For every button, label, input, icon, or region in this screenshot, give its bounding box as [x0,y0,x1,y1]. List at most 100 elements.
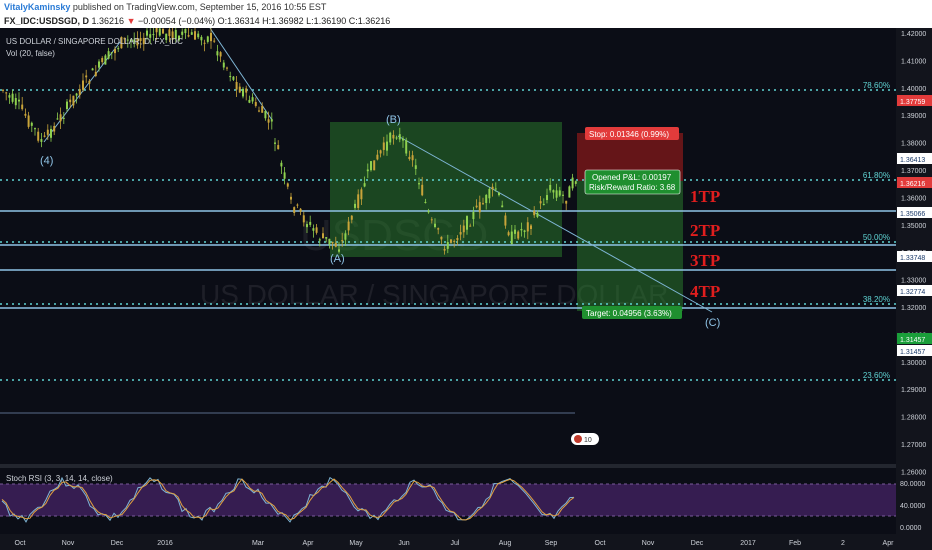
candle-body [290,196,292,200]
author-link[interactable]: VitalyKaminsky [4,2,70,12]
candle-body [440,236,443,240]
candle-body [533,210,536,216]
candle-body [30,122,33,126]
fib-label-500: 50.00% [863,233,890,242]
candle-body [395,137,398,139]
candle-body [203,42,206,44]
candle-body [318,239,321,241]
price-tick: 1.28000 [901,415,926,422]
axis-badge-text: 1.37759 [900,99,925,106]
candle-body [309,221,312,225]
candle-body [347,221,350,231]
candle-body [110,52,113,54]
candle-body [296,204,299,206]
time-tick: Jun [398,540,409,547]
candle-body [264,110,267,119]
candle-body [187,35,190,37]
candle-body [437,228,440,230]
volume-legend[interactable]: Vol (20, false) [6,49,55,58]
rsi-tick-0: 0.0000 [900,525,922,532]
candle-body [258,110,260,112]
candle-body [229,75,232,78]
rsi-tick-80: 80.0000 [900,481,925,488]
candle-body [555,190,558,198]
down-arrow-icon: ▼ [126,16,136,26]
stop-text: Stop: 0.01346 (0.99%) [589,130,669,139]
price-tick: 1.35000 [901,223,926,230]
candle-body [66,101,68,110]
candle-body [424,201,427,203]
candle-body [27,115,30,127]
candle-body [357,194,360,208]
candle-body [363,183,366,187]
candle-body [194,31,196,40]
candle-body [261,105,264,113]
candle-body [517,231,520,239]
candle-body [168,29,171,37]
candle-body [418,183,420,185]
candle-body [469,225,472,227]
price-tick: 1.39000 [901,113,926,120]
fib-label-786: 78.60% [863,81,890,90]
candle-body [248,99,251,103]
last-price: 1.36216 [91,16,125,26]
ohlc-values: O:1.36314 H:1.36982 L:1.36190 C:1.36216 [217,16,391,26]
axis-badge-text: 1.35066 [900,211,925,218]
candle-body [501,205,504,208]
candle-body [459,232,462,235]
candle-body [235,81,238,90]
candle-body [546,195,548,200]
candle-body [354,203,356,208]
wave-label-a: (A) [330,253,345,265]
price-tick: 1.33000 [901,278,926,285]
news-flag-icon[interactable]: 10 [571,433,599,445]
candle-body [210,32,212,42]
candle-body [302,215,305,223]
axis-badge-text: 1.32774 [900,289,925,296]
candle-body [312,228,315,231]
candle-body [216,51,219,56]
candle-body [181,31,184,35]
wave-label-c: (C) [705,317,720,329]
candle-body [386,141,388,151]
axis-badge-text: 1.31457 [900,337,925,344]
candle-body [213,40,216,42]
candle-body [498,192,500,196]
candle-body [392,134,395,139]
candle-body [226,67,228,69]
candle-body [370,161,372,171]
candle-body [494,188,497,190]
axis-badge-text: 1.31457 [900,349,925,356]
candle-body [434,223,436,228]
candle-body [322,233,324,239]
candle-body [450,239,452,243]
axis-badge-text: 1.36216 [900,181,925,188]
candle-body [152,34,155,36]
stoch-rsi-legend[interactable]: Stoch RSI (3, 3, 14, 14, close) [6,474,113,483]
symbol-label: FX_IDC:USDSGD, D [4,16,90,26]
pane-divider[interactable] [0,464,896,468]
candle-body [24,113,27,116]
price-tick: 1.42000 [901,31,926,38]
candle-body [443,249,446,251]
candle-body [162,29,164,34]
candle-body [200,36,203,41]
time-tick: Oct [595,540,606,547]
candle-body [482,203,484,205]
candle-body [299,208,302,212]
price-tick: 1.41000 [901,58,926,65]
candle-body [78,89,81,95]
take-profit-zone[interactable] [577,181,683,311]
time-tick: May [349,540,363,547]
pattern-box[interactable] [330,122,562,257]
candle-body [456,237,459,241]
candle-body [158,28,161,36]
candle-body [389,132,392,143]
candle-body [536,212,539,217]
time-tick: 2017 [740,540,756,547]
candle-body [472,212,475,220]
tp3-label: 3TP [690,251,720,270]
price-chart[interactable]: USDSGD US DOLLAR / SINGAPORE DOLLAR US D… [0,28,932,550]
candle-body [408,156,411,160]
candle-body [421,184,424,196]
